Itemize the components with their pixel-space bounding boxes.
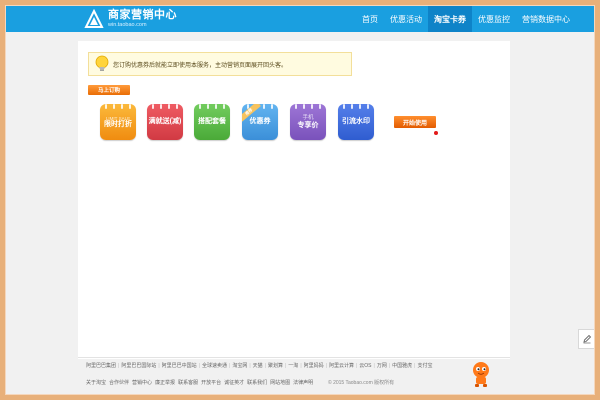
logo-title: 商家营销中心: [108, 8, 177, 21]
footer-link[interactable]: 聚划算: [268, 362, 283, 369]
notice-banner: 您订购优惠券后就能立即使用本服务，主动营销页面展开回头客。: [88, 52, 352, 76]
footer-link[interactable]: 中国雅虎: [392, 362, 412, 369]
footer-about-link[interactable]: 联系客服: [178, 379, 198, 386]
tool-label: 满就送(减): [148, 117, 182, 125]
footer-link[interactable]: 天猫: [253, 362, 263, 369]
footer-link[interactable]: 阿里云计算: [329, 362, 354, 369]
mascot-icon: [473, 362, 489, 387]
footer-link[interactable]: 云OS: [359, 362, 371, 369]
tool-small-text: LIMIT SALE: [105, 115, 131, 121]
tool-label: 引流水印: [342, 117, 370, 125]
main-nav: 首页 优惠活动 淘宝卡券 优惠监控 营销数据中心: [356, 6, 576, 32]
nav-promotions[interactable]: 优惠活动: [384, 6, 428, 32]
footer-about-link[interactable]: 廉正举报: [155, 379, 175, 386]
subscribe-button[interactable]: 马上订购: [88, 85, 130, 95]
notification-dot: [434, 131, 438, 135]
lightbulb-icon: [95, 55, 109, 71]
main-panel: [78, 41, 510, 359]
footer-about-link[interactable]: 网站地图: [270, 379, 290, 386]
tool-mobile-price[interactable]: 手机 专享价: [290, 104, 326, 140]
footer-link[interactable]: 阿里妈妈: [304, 362, 324, 369]
tool-bundle-package[interactable]: 搭配套餐: [194, 104, 230, 140]
footer-link[interactable]: 阿里巴巴中国站: [162, 362, 197, 369]
tool-label: 限时打折: [104, 121, 132, 129]
footer-link[interactable]: 阿里巴巴集团: [86, 362, 116, 369]
start-using-button[interactable]: 开始使用: [394, 116, 436, 128]
footer-link[interactable]: 支付宝: [417, 362, 432, 369]
footer-about-link[interactable]: 合作伙伴: [109, 379, 129, 386]
nav-home[interactable]: 首页: [356, 6, 384, 32]
footer-divider: [78, 357, 510, 358]
footer-about-link[interactable]: 营销中心: [132, 379, 152, 386]
footer-link[interactable]: 全球速卖通: [202, 362, 227, 369]
footer-group-links: 阿里巴巴集团 | 阿里巴巴国际站 | 阿里巴巴中国站 | 全球速卖通 | 淘宝网 | 天猫…: [86, 362, 433, 370]
nav-promo-monitor[interactable]: 优惠监控: [472, 6, 516, 32]
tool-coupon[interactable]: 推荐 优惠券: [242, 104, 278, 140]
taobao-logo-icon: [84, 9, 104, 28]
copyright-text: © 2015 Taobao.com 版权所有: [328, 380, 395, 386]
footer-link[interactable]: 一淘: [288, 362, 298, 369]
footer-about-link[interactable]: 诚征英才: [224, 379, 244, 386]
footer-link[interactable]: 阿里巴巴国际站: [121, 362, 156, 369]
footer-about-links: 关于淘宝 合作伙伴 营销中心 廉正举报 联系客服 开放平台 诚征英才 联系我们 …: [86, 378, 316, 387]
tool-full-reduction[interactable]: 满就送(减): [147, 104, 183, 140]
footer-link[interactable]: 淘宝网: [232, 362, 247, 369]
footer-about-link[interactable]: 联系我们: [247, 379, 267, 386]
tool-limited-discount[interactable]: LIMIT SALE 限时打折: [100, 104, 136, 140]
footer-about-link[interactable]: 关于淘宝: [86, 379, 106, 386]
logo[interactable]: 商家营销中心 win.taobao.com: [84, 6, 204, 32]
tool-label: 专享价: [297, 121, 319, 129]
tool-label: 优惠券: [249, 117, 271, 125]
footer-link[interactable]: 万网: [377, 362, 387, 369]
tool-label: 搭配套餐: [198, 117, 226, 125]
footer-about-link[interactable]: 开放平台: [201, 379, 221, 386]
top-header: 商家营销中心 win.taobao.com 首页 优惠活动 淘宝卡券 优惠监控 …: [6, 6, 594, 32]
edit-pencil-icon: [582, 334, 591, 344]
footer-about-link[interactable]: 法律声明: [293, 379, 313, 386]
logo-subtitle: win.taobao.com: [108, 21, 147, 28]
tool-small-text: 手机: [302, 115, 314, 122]
notice-text: 您订购优惠券后就能立即使用本服务，主动营销页面展开回头客。: [113, 62, 288, 69]
nav-taobao-coupons[interactable]: 淘宝卡券: [428, 6, 472, 32]
nav-marketing-data[interactable]: 营销数据中心: [516, 6, 576, 32]
side-edit-button[interactable]: [578, 329, 594, 349]
tool-traffic-watermark[interactable]: 引流水印: [338, 104, 374, 140]
